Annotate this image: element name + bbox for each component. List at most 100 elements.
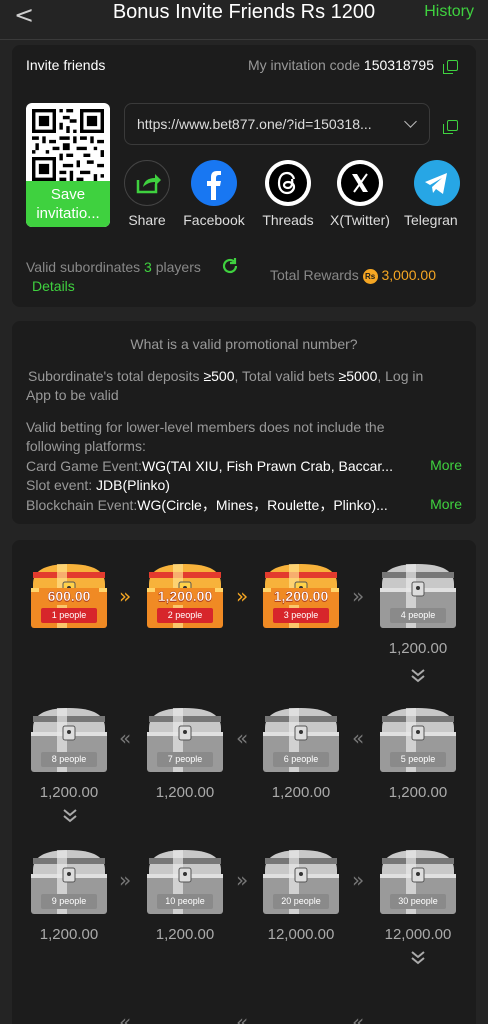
- double-chevron-right-icon: »: [119, 584, 132, 608]
- blockchain-event-value: WG(Circle，Mines，Roulette，Plinko)...: [137, 497, 388, 513]
- share-button[interactable]: Share: [124, 160, 170, 228]
- details-link[interactable]: Details: [32, 278, 75, 294]
- chevron-down-icon: [404, 115, 417, 128]
- rules-card: What is a valid promotional number? Subo…: [12, 321, 476, 524]
- invitation-code: My invitation code 150318795: [248, 57, 434, 73]
- chest-reward-value: 1,200.00: [155, 784, 215, 801]
- share-icon: [124, 160, 170, 206]
- chest-people-label: 6 people: [283, 754, 319, 764]
- valid-subordinates: Valid subordinates 3 players: [26, 259, 201, 275]
- chest-reward-value: 1,200.00: [271, 588, 331, 605]
- telegram-button[interactable]: Telegran: [404, 160, 476, 228]
- x-icon: [337, 160, 383, 206]
- locked-chest-icon: [31, 708, 107, 772]
- rupee-coin-icon: Rs: [362, 269, 378, 284]
- double-chevron-right-icon: »: [236, 868, 249, 892]
- total-rewards: Total Rewards Rs 3,000.00: [270, 267, 436, 284]
- threads-icon: [265, 160, 311, 206]
- chest-reward-value: 1,200.00: [271, 784, 331, 801]
- double-chevron-left-icon: «: [119, 1010, 132, 1024]
- more-blockchain-link[interactable]: More: [430, 496, 462, 512]
- invitation-code-label: My invitation code: [247, 57, 361, 73]
- rule-bets-text: , Total valid bets: [234, 368, 335, 384]
- reward-chest[interactable]: 7 people 1,200.00: [143, 704, 227, 801]
- card-game-value: WG(TAI XIU, Fish Prawn Crab, Baccar...: [141, 458, 393, 474]
- chest-people-label: 3 people: [283, 610, 319, 620]
- blockchain-event: Blockchain Event:WG(Circle，Mines，Roulett…: [26, 496, 414, 515]
- chest-people-label: 9 people: [51, 896, 87, 906]
- reward-chest[interactable]: 2 people 1,200.00: [143, 560, 227, 632]
- invite-url-select[interactable]: https://www.bet877.one/?id=150318...: [124, 103, 430, 145]
- share-label: Share: [128, 212, 166, 228]
- chest-people-label: 10 people: [165, 896, 205, 906]
- page-title: Bonus Invite Friends Rs 1200: [112, 1, 376, 23]
- history-link[interactable]: History: [424, 3, 474, 21]
- reward-chest[interactable]: 30 people 12,000.00: [376, 846, 460, 943]
- reward-chest[interactable]: 6 people 1,200.00: [259, 704, 343, 801]
- rules-heading: What is a valid promotional number?: [130, 336, 358, 352]
- facebook-button[interactable]: Facebook: [178, 160, 250, 228]
- chest-reward-value: 12,000.00: [384, 926, 452, 943]
- double-chevron-right-icon: »: [236, 584, 249, 608]
- chest-people-label: 4 people: [400, 610, 436, 620]
- locked-chest-icon: [31, 850, 107, 914]
- refresh-icon[interactable]: [220, 256, 240, 276]
- locked-chest-icon: [263, 850, 339, 914]
- rule-deposit-text: Subordinate's total deposits: [28, 368, 200, 384]
- locked-chest-icon: [147, 708, 223, 772]
- valid-subordinates-count: 3: [144, 259, 152, 275]
- chest-reward-value: 1,200.00: [39, 926, 99, 943]
- invite-url-text: https://www.bet877.one/?id=150318...: [137, 116, 372, 132]
- reward-chest[interactable]: 10 people 1,200.00: [143, 846, 227, 943]
- double-chevron-right-icon: »: [119, 868, 132, 892]
- locked-chest-icon: [380, 564, 456, 628]
- reward-chest[interactable]: 5 people 1,200.00: [376, 704, 460, 801]
- reward-chest[interactable]: 9 people 1,200.00: [27, 846, 111, 943]
- reward-chest[interactable]: 8 people 1,200.00: [27, 704, 111, 801]
- valid-subordinates-label: Valid subordinates: [26, 259, 141, 275]
- more-card-game-link[interactable]: More: [430, 457, 462, 473]
- header-bar: < Bonus Invite Friends Rs 1200 History: [0, 0, 488, 40]
- chest-reward-value: 1,200.00: [155, 588, 215, 605]
- chest-people-label: 5 people: [400, 754, 436, 764]
- slot-event: Slot event: JDB(Plinko): [26, 476, 462, 495]
- rule-app: App to be valid: [26, 387, 119, 403]
- rule-deposit-value: ≥500: [203, 368, 235, 384]
- reward-chest[interactable]: 3 people 1,200.00: [259, 560, 343, 632]
- reward-chest[interactable]: 20 people 12,000.00: [259, 846, 343, 943]
- blockchain-event-label: Blockchain Event:: [26, 497, 138, 513]
- chest-people-label: 1 people: [51, 610, 87, 620]
- rule-login-text: , Log in: [377, 368, 424, 384]
- slot-event-label: Slot event:: [26, 477, 93, 493]
- chest-reward-value: 600.00: [39, 588, 99, 605]
- locked-chest-icon: [380, 850, 456, 914]
- invitation-code-value: 150318795: [363, 57, 434, 73]
- telegram-icon: [414, 160, 460, 206]
- save-invitation-button[interactable]: Save invitatio...: [26, 181, 110, 227]
- slot-event-value: JDB(Plinko): [96, 477, 170, 493]
- card-game-label: Card Game Event:: [26, 458, 142, 474]
- chest-people-label: 30 people: [398, 896, 438, 906]
- total-rewards-value: 3,000.00: [381, 267, 436, 283]
- chest-reward-value: 1,200.00: [155, 926, 215, 943]
- rule-platforms-2: following platforms:: [26, 438, 146, 454]
- chest-people-label: 8 people: [51, 754, 87, 764]
- telegram-label: Telegran: [404, 212, 458, 228]
- threads-label: Threads: [262, 212, 314, 228]
- chest-reward-value: 1,200.00: [388, 640, 448, 657]
- x-twitter-button[interactable]: X(Twitter): [326, 160, 394, 228]
- invite-friends-label: Invite friends: [26, 57, 106, 73]
- reward-chest[interactable]: 1 people 600.00: [27, 560, 111, 632]
- copy-code-icon[interactable]: [443, 60, 458, 74]
- valid-subordinates-unit: players: [155, 259, 201, 275]
- copy-link-icon[interactable]: [443, 120, 458, 134]
- double-chevron-left-icon: «: [119, 726, 132, 750]
- facebook-label: Facebook: [183, 212, 245, 228]
- double-chevron-down-icon: [411, 669, 425, 683]
- threads-button[interactable]: Threads: [258, 160, 318, 228]
- qr-code-image: [32, 109, 104, 181]
- double-chevron-down-icon: [411, 951, 425, 965]
- reward-chest[interactable]: 4 people 1,200.00: [376, 560, 460, 657]
- double-chevron-left-icon: «: [352, 726, 365, 750]
- rule-deposit: Subordinate's total deposits ≥500, Total…: [28, 367, 462, 386]
